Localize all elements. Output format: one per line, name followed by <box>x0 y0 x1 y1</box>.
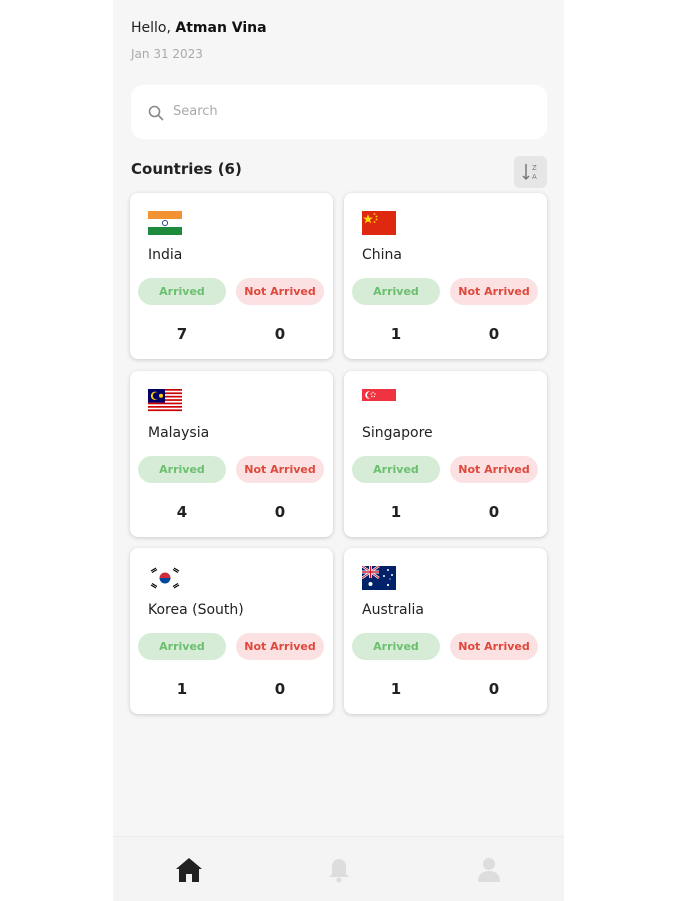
arrived-count: 1 <box>390 325 402 343</box>
flag-singapore <box>362 389 396 413</box>
not-arrived-badge[interactable]: Not Arrived <box>236 278 324 305</box>
arrived-count: 1 <box>390 680 402 698</box>
nav-notifications[interactable] <box>324 855 354 885</box>
arrived-badge[interactable]: Arrived <box>352 633 440 660</box>
arrived-count: 1 <box>176 680 188 698</box>
sort-button[interactable]: Z A <box>514 156 547 188</box>
sort-icon: Z A <box>522 164 537 181</box>
flag-malaysia <box>148 389 182 413</box>
not-arrived-badge[interactable]: Not Arrived <box>236 456 324 483</box>
country-card-korea[interactable]: Korea (South) Arrived Not Arrived 1 0 <box>130 548 333 714</box>
arrived-count: 7 <box>176 325 188 343</box>
arrived-badge[interactable]: Arrived <box>138 278 226 305</box>
nav-profile[interactable] <box>474 855 504 885</box>
country-card-malaysia[interactable]: Malaysia Arrived Not Arrived 4 0 <box>130 371 333 537</box>
arrived-count: 4 <box>176 503 188 521</box>
not-arrived-badge[interactable]: Not Arrived <box>236 633 324 660</box>
user-icon <box>478 858 500 882</box>
greeting-label: Hello, <box>131 20 171 36</box>
country-card-china[interactable]: China Arrived Not Arrived 1 0 <box>344 193 547 359</box>
arrived-badge[interactable]: Arrived <box>138 633 226 660</box>
flag-china <box>362 211 396 235</box>
current-date: Jan 31 2023 <box>131 47 203 61</box>
country-card-india[interactable]: India Arrived Not Arrived 7 0 <box>130 193 333 359</box>
not-arrived-badge[interactable]: Not Arrived <box>450 633 538 660</box>
arrived-badge[interactable]: Arrived <box>352 278 440 305</box>
arrived-count: 1 <box>390 503 402 521</box>
svg-text:A: A <box>532 173 537 181</box>
search-icon <box>148 105 164 121</box>
country-name: China <box>362 247 402 263</box>
not-arrived-count: 0 <box>488 680 500 698</box>
greeting: Hello, Atman Vina <box>131 20 267 36</box>
nav-home[interactable] <box>174 855 204 885</box>
country-card-australia[interactable]: Australia Arrived Not Arrived 1 0 <box>344 548 547 714</box>
not-arrived-badge[interactable]: Not Arrived <box>450 278 538 305</box>
flag-india <box>148 211 182 235</box>
country-name: Korea (South) <box>148 602 244 618</box>
not-arrived-badge[interactable]: Not Arrived <box>450 456 538 483</box>
country-name: Malaysia <box>148 425 210 441</box>
arrived-badge[interactable]: Arrived <box>352 456 440 483</box>
home-icon <box>176 858 202 882</box>
not-arrived-count: 0 <box>274 503 286 521</box>
flag-australia <box>362 566 396 590</box>
not-arrived-count: 0 <box>488 503 500 521</box>
country-name: Singapore <box>362 425 433 441</box>
not-arrived-count: 0 <box>488 325 500 343</box>
country-name: Australia <box>362 602 424 618</box>
arrived-badge[interactable]: Arrived <box>138 456 226 483</box>
country-name: India <box>148 247 183 263</box>
bottom-nav <box>113 836 564 901</box>
section-title: Countries (6) <box>131 160 242 178</box>
not-arrived-count: 0 <box>274 325 286 343</box>
svg-text:Z: Z <box>532 164 537 172</box>
app-screen: Hello, Atman Vina Jan 31 2023 Search Cou… <box>113 0 564 901</box>
search-input[interactable]: Search <box>131 85 547 139</box>
not-arrived-count: 0 <box>274 680 286 698</box>
flag-korea <box>148 566 182 590</box>
country-card-singapore[interactable]: Singapore Arrived Not Arrived 1 0 <box>344 371 547 537</box>
bell-icon <box>329 859 349 883</box>
search-placeholder: Search <box>173 104 218 119</box>
user-name: Atman Vina <box>175 20 267 36</box>
